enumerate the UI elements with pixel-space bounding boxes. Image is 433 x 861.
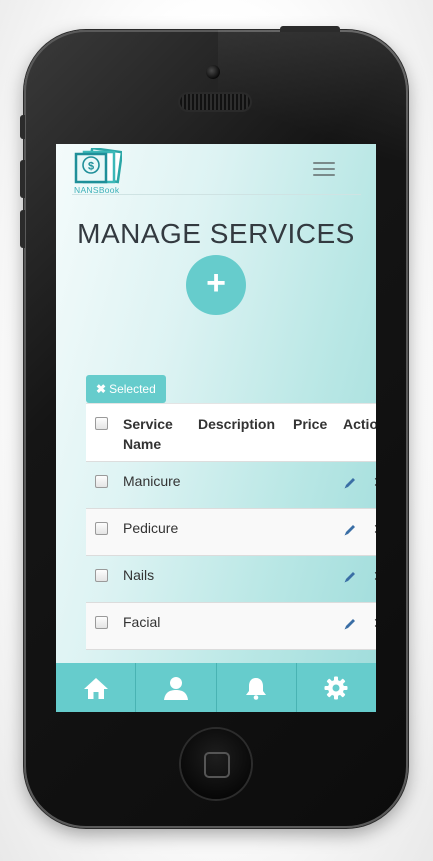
tab-settings[interactable] bbox=[297, 663, 376, 712]
row-checkbox[interactable] bbox=[95, 569, 108, 582]
select-all-checkbox[interactable] bbox=[95, 417, 108, 430]
bell-icon bbox=[246, 677, 267, 700]
app-screen: $ NANSBook MANAGE SERVICES + ✖ Selected S… bbox=[56, 144, 376, 712]
delete-icon[interactable]: ✕ bbox=[373, 615, 376, 632]
menu-bar-icon bbox=[313, 174, 335, 176]
table-header: Service Name Description Price Actio bbox=[86, 403, 376, 462]
delete-icon[interactable]: ✕ bbox=[373, 521, 376, 538]
volume-up-button bbox=[20, 160, 25, 198]
pencil-icon[interactable] bbox=[343, 523, 357, 537]
home-icon bbox=[83, 677, 108, 699]
front-camera bbox=[206, 65, 220, 79]
close-icon: ✖ bbox=[96, 382, 107, 396]
menu-bar-icon bbox=[313, 162, 335, 164]
service-name: Facial bbox=[123, 614, 161, 630]
tab-home[interactable] bbox=[56, 663, 137, 712]
column-header-price: Price bbox=[293, 416, 328, 432]
home-square-icon bbox=[204, 752, 230, 778]
service-name: Pedicure bbox=[123, 520, 179, 536]
menu-bar-icon bbox=[313, 168, 335, 170]
tab-notifications[interactable] bbox=[217, 663, 297, 712]
menu-toggle-button[interactable] bbox=[313, 160, 335, 178]
navbar-divider bbox=[72, 194, 361, 195]
tab-profile[interactable] bbox=[136, 663, 217, 712]
power-button bbox=[280, 26, 340, 32]
service-name: Nails bbox=[123, 567, 155, 583]
app-logo[interactable]: $ NANSBook bbox=[72, 148, 124, 195]
table-row: Nails ✕ bbox=[86, 556, 376, 603]
mute-switch bbox=[20, 115, 25, 139]
gear-icon bbox=[324, 676, 348, 699]
money-logo-icon: $ bbox=[74, 148, 122, 184]
table-row: Facial ✕ bbox=[86, 603, 376, 650]
delete-icon[interactable]: ✕ bbox=[373, 568, 376, 585]
column-header-actions: Actio bbox=[343, 416, 376, 432]
svg-text:$: $ bbox=[88, 161, 94, 173]
volume-down-button bbox=[20, 210, 25, 248]
column-header-description: Description bbox=[198, 416, 276, 432]
user-icon bbox=[163, 676, 188, 700]
pencil-icon[interactable] bbox=[343, 476, 357, 490]
home-button[interactable] bbox=[181, 729, 251, 799]
table-row: Manicure ✕ bbox=[86, 462, 376, 509]
bottom-tab-bar bbox=[56, 663, 376, 712]
plus-label: + bbox=[206, 264, 226, 302]
top-navbar: $ NANSBook bbox=[56, 144, 376, 196]
row-checkbox[interactable] bbox=[95, 475, 108, 488]
services-table: Service Name Description Price Actio Man… bbox=[86, 403, 376, 697]
pencil-icon[interactable] bbox=[343, 570, 357, 584]
row-checkbox[interactable] bbox=[95, 522, 108, 535]
column-header-service-name: Service Name bbox=[123, 416, 173, 452]
row-checkbox[interactable] bbox=[95, 616, 108, 629]
page-title: MANAGE SERVICES bbox=[77, 218, 355, 249]
service-name: Manicure bbox=[123, 473, 181, 489]
delete-selected-button[interactable]: ✖ Selected bbox=[86, 375, 166, 403]
add-service-button[interactable]: + bbox=[186, 255, 246, 315]
delete-selected-label: Selected bbox=[109, 382, 156, 396]
delete-icon[interactable]: ✕ bbox=[373, 474, 376, 491]
pencil-icon[interactable] bbox=[343, 617, 357, 631]
table-row: Pedicure ✕ bbox=[86, 509, 376, 556]
earpiece-speaker bbox=[180, 94, 250, 110]
